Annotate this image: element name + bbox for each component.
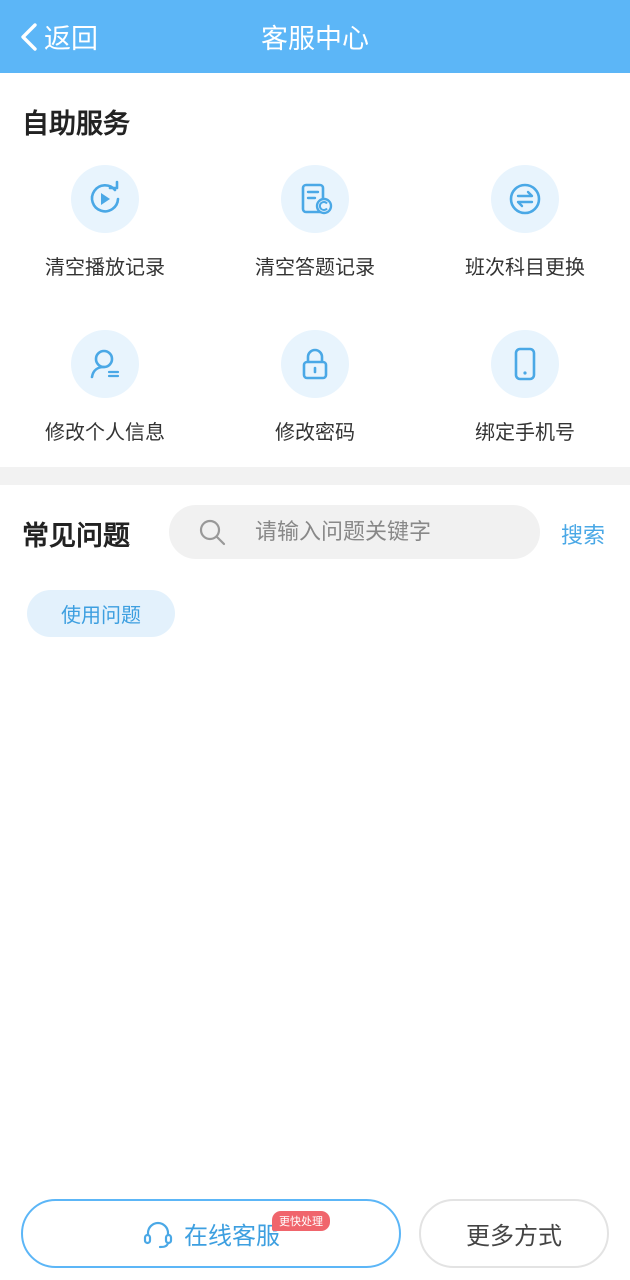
item-label: 班次科目更换: [465, 255, 585, 279]
switch-icon: [509, 183, 541, 215]
clear-answers-icon: [301, 183, 333, 215]
online-service-label: 在线客服: [184, 1222, 280, 1250]
page-title: 客服中心: [261, 24, 369, 55]
icon-circle: [281, 165, 349, 233]
search-button[interactable]: 搜索: [561, 518, 605, 550]
user-edit-icon: [90, 349, 120, 379]
edit-profile-item[interactable]: 修改个人信息: [0, 330, 210, 455]
item-label: 修改个人信息: [45, 420, 165, 444]
replay-icon: [90, 180, 120, 213]
search-icon: [199, 519, 226, 546]
faster-badge: 更快处理: [272, 1211, 330, 1231]
headset-icon: [143, 1221, 173, 1248]
clear-answer-history-item[interactable]: 清空答题记录: [210, 165, 420, 290]
item-label: 清空播放记录: [45, 255, 165, 279]
phone-icon: [514, 347, 536, 381]
item-label: 修改密码: [275, 420, 355, 444]
change-password-item[interactable]: 修改密码: [210, 330, 420, 455]
icon-circle: [491, 165, 559, 233]
faq-title: 常见问题: [22, 521, 130, 552]
self-service-title: 自助服务: [22, 109, 130, 140]
online-service-button[interactable]: 在线客服 更快处理: [21, 1199, 401, 1268]
search-input[interactable]: [255, 519, 525, 545]
lock-icon: [302, 348, 328, 380]
header-bar: 返回 客服中心: [0, 0, 630, 73]
icon-circle: [491, 330, 559, 398]
icon-circle: [71, 165, 139, 233]
icon-circle: [71, 330, 139, 398]
customer-service-page: 返回 客服中心 自助服务 清空播放记录 清空答题记录 班次科目更换 修改个人信息…: [0, 0, 630, 1280]
bind-phone-item[interactable]: 绑定手机号: [420, 330, 630, 455]
clear-play-history-item[interactable]: 清空播放记录: [0, 165, 210, 290]
change-class-subject-item[interactable]: 班次科目更换: [420, 165, 630, 290]
section-divider: [0, 467, 630, 485]
search-box[interactable]: [169, 505, 540, 559]
faq-tag-usage[interactable]: 使用问题: [27, 590, 175, 637]
item-label: 清空答题记录: [255, 255, 375, 279]
more-options-button[interactable]: 更多方式: [419, 1199, 609, 1268]
icon-circle: [281, 330, 349, 398]
item-label: 绑定手机号: [475, 420, 575, 444]
